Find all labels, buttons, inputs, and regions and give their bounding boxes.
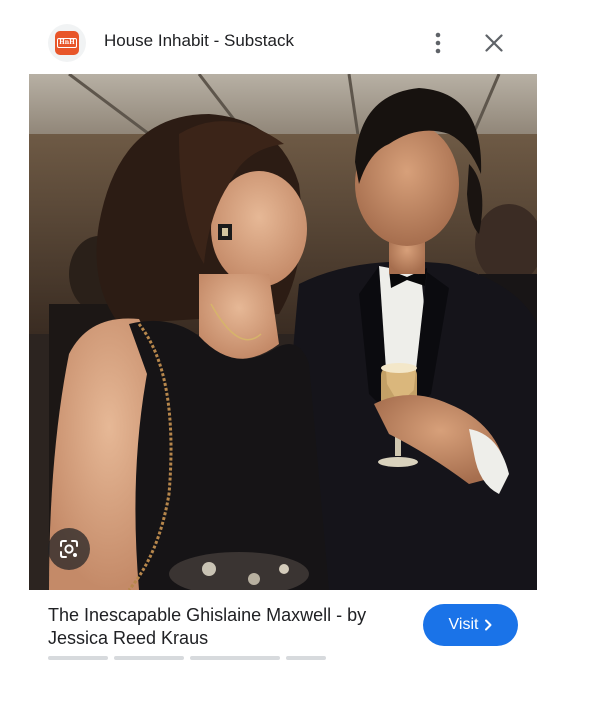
result-title[interactable]: The Inescapable Ghislaine Maxwell - by J…: [48, 604, 408, 650]
site-favicon: HnH: [48, 24, 86, 62]
house-inhabit-logo-icon: HnH: [55, 31, 79, 55]
google-lens-button[interactable]: [48, 528, 90, 570]
visit-button[interactable]: Visit: [423, 604, 518, 646]
logo-text: HnH: [57, 38, 77, 48]
result-header: HnH House Inhabit - Substack: [0, 0, 593, 74]
more-vert-icon: [435, 32, 441, 54]
result-image[interactable]: [29, 74, 537, 590]
chevron-right-icon: [485, 619, 492, 631]
google-lens-icon: [60, 540, 78, 558]
more-options-button[interactable]: [424, 28, 452, 58]
truncated-subtitle: [48, 656, 358, 662]
site-name: House Inhabit - Substack: [104, 31, 294, 50]
close-button[interactable]: [478, 28, 510, 58]
visit-button-label: Visit: [448, 616, 479, 633]
close-icon: [485, 34, 503, 52]
photo: [29, 74, 537, 590]
